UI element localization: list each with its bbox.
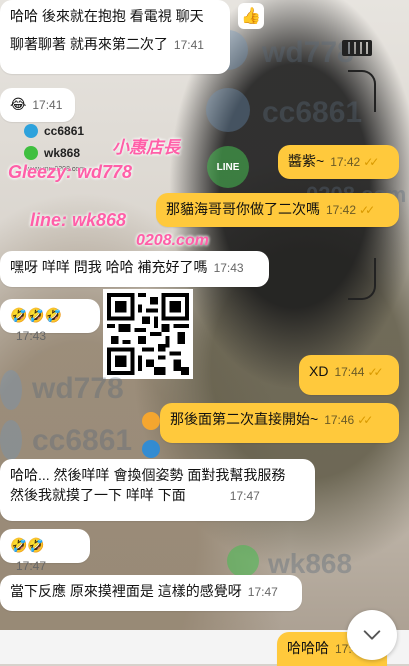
message-outgoing[interactable]: 那後面第二次直接開始~ 17:46 ✓✓ xyxy=(160,403,399,443)
message-text: 嘿呀 咩咩 問我 哈哈 補充好了嗎 xyxy=(10,259,208,275)
telegram-icon xyxy=(24,124,38,138)
message-text: 哈哈... 然後咩咩 會換個姿勢 面對我幫我服務 xyxy=(10,467,286,483)
message-time: 17:47 xyxy=(247,585,278,599)
double-check-icon: ✓✓ xyxy=(357,413,373,427)
message-time: 17:46 xyxy=(324,413,355,427)
watermark-edge xyxy=(0,420,22,460)
message-incoming[interactable]: 嘿呀 咩咩 問我 哈哈 補充好了嗎 17:43 xyxy=(0,251,269,287)
message-time: 17:47 xyxy=(229,489,260,503)
site-label: 0208.com xyxy=(136,232,209,249)
message-time: 17:43 xyxy=(16,329,47,343)
mini-cc-row: cc6861 xyxy=(24,124,84,138)
message-text: 哈哈 後來就在抱抱 看電視 聊天 xyxy=(10,8,204,24)
double-check-icon: ✓✓ xyxy=(367,365,383,379)
message-outgoing[interactable]: XD 17:44 ✓✓ xyxy=(299,355,399,395)
message-time: 17:42 xyxy=(326,203,357,217)
message-text: 哈哈哈 xyxy=(287,640,329,656)
message-outgoing[interactable]: 醬紫~ 17:42 ✓✓ xyxy=(278,145,399,179)
message-text: 醬紫~ xyxy=(288,153,325,169)
message-incoming[interactable]: 🤣🤣 17:47 xyxy=(0,529,90,573)
double-check-icon: ✓✓ xyxy=(359,203,375,217)
message-time: 17:41 xyxy=(173,38,204,52)
line-watermark-icon: LINE xyxy=(207,146,249,188)
message-time: 17:44 xyxy=(334,365,365,379)
message-text: 聊著聊著 就再來第二次了 xyxy=(10,36,168,52)
message-incoming[interactable]: 當下反應 原來摸裡面是 這樣的感覺呀 17:47 xyxy=(0,575,302,611)
message-incoming[interactable]: 哈哈 後來就在抱抱 看電視 聊天 聊著聊著 就再來第二次了 17:41 xyxy=(0,0,230,74)
watermark-edge xyxy=(0,370,22,410)
message-incoming[interactable]: 哈哈... 然後咩咩 會換個姿勢 面對我幫我服務 然後我就摸了一下 咩咩 下面 1… xyxy=(0,459,315,521)
message-text: 當下反應 原來摸裡面是 這樣的感覺呀 xyxy=(10,583,242,599)
store-label: 小惠店長 xyxy=(112,138,180,157)
message-time: 17:43 xyxy=(213,261,244,275)
double-check-icon: ✓✓ xyxy=(363,155,379,169)
line-watermark-icon-2 xyxy=(227,545,259,577)
watermark-cc: cc6861 xyxy=(262,96,363,129)
watermark-wd-2: wd778 xyxy=(32,372,124,405)
message-time: 17:42 xyxy=(330,155,361,169)
watermark-wd: wd778 xyxy=(262,36,354,69)
watermark-orange-dot xyxy=(142,412,160,430)
line-label: line: wk868 xyxy=(30,210,127,230)
message-text: 🤣🤣 xyxy=(10,537,45,553)
message-time: 17:47 xyxy=(16,559,47,573)
message-text: 那貓海哥哥你做了二次嗎 xyxy=(166,201,320,217)
message-time: 17:41 xyxy=(32,98,63,112)
mini-wk-row: wk868 xyxy=(24,146,80,160)
qr-code xyxy=(103,289,193,379)
thumbs-up-icon[interactable]: 👍 xyxy=(238,3,264,29)
message-text: XD xyxy=(309,363,329,379)
scroll-to-bottom-button[interactable] xyxy=(347,610,397,660)
message-text: 那後面第二次直接開始~ xyxy=(170,411,319,427)
watermark-cc-2: cc6861 xyxy=(32,424,133,457)
message-outgoing[interactable]: 那貓海哥哥你做了二次嗎 17:42 ✓✓ xyxy=(156,193,399,227)
line-icon xyxy=(24,146,38,160)
message-incoming[interactable]: 😂 17:41 xyxy=(0,88,75,122)
message-incoming[interactable]: 🤣🤣🤣 17:43 xyxy=(0,299,100,343)
message-text: 然後我就摸了一下 咩咩 下面 xyxy=(10,487,186,503)
message-text: 😂 xyxy=(10,96,27,112)
gleezy-label: Gleezy: wd778 xyxy=(8,162,133,182)
frame-corner xyxy=(348,258,376,300)
telegram-watermark-icon xyxy=(206,88,250,132)
watermark-blue-dot xyxy=(142,440,160,458)
battery-icon xyxy=(342,40,372,56)
chevron-down-icon xyxy=(363,630,381,640)
message-text: 🤣🤣🤣 xyxy=(10,307,63,323)
